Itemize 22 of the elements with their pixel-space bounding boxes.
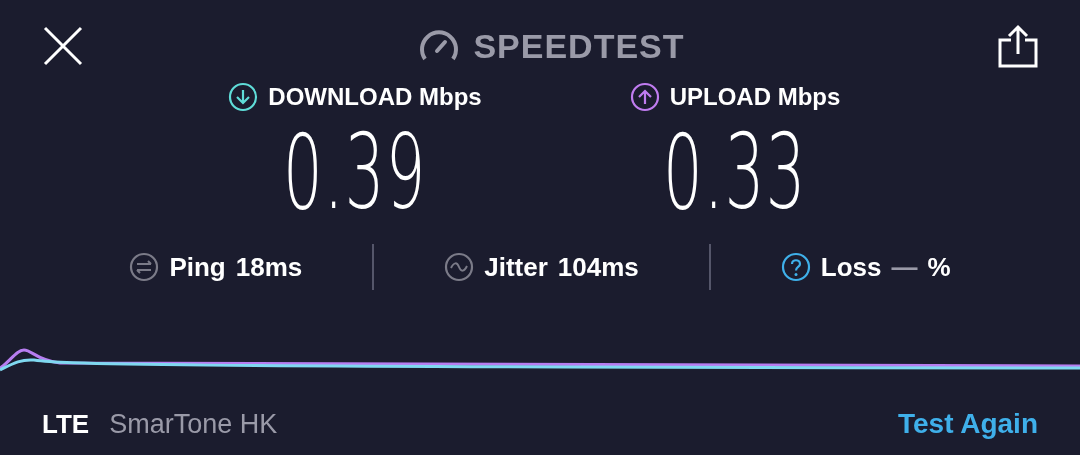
stat-value: 18ms [235, 251, 303, 283]
help-icon [780, 252, 811, 282]
close-button[interactable] [42, 25, 84, 67]
ping-icon [129, 252, 160, 282]
jitter-icon [444, 252, 475, 282]
speed-value: 0.39 [283, 114, 427, 230]
share-button[interactable] [998, 24, 1038, 68]
unit-label: % [927, 251, 951, 283]
speed-value: 0.33 [663, 114, 807, 230]
upload-icon [629, 82, 660, 112]
network-type: LTE [42, 408, 90, 440]
stat-value: 104ms [557, 251, 639, 283]
stat-label: Loss [820, 251, 882, 283]
app-title: SPEEDTEST [473, 26, 685, 66]
download-icon [228, 82, 259, 112]
result-label: DOWNLOAD Mbps [268, 83, 482, 111]
stat-label: Ping [169, 251, 226, 283]
test-again-link[interactable]: Test Again [898, 408, 1038, 440]
stat-value: — [891, 251, 918, 283]
carrier-name: SmarTone HK [109, 408, 278, 440]
result-label: UPLOAD Mbps [669, 83, 841, 111]
stat-label: Jitter [484, 251, 548, 283]
